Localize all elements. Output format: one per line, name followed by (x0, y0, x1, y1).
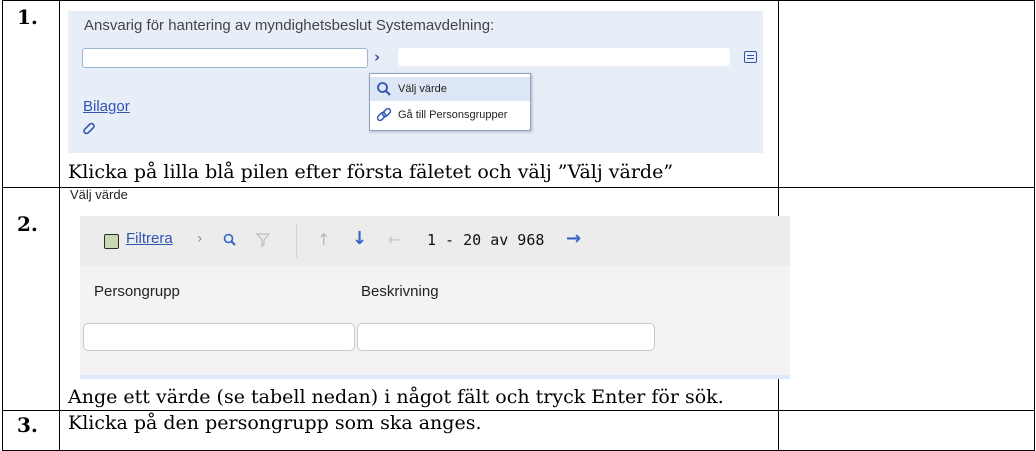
instruction-text: Klicka på den persongrupp som ska anges. (68, 412, 482, 434)
dialog-title: Välj värde (70, 187, 128, 202)
step-number-cell: 1. (2, 0, 60, 188)
step-number-cell: 3. (2, 410, 60, 451)
step-number: 2. (17, 212, 38, 236)
step-number: 1. (17, 5, 38, 29)
menu-item-valj-varde[interactable]: Välj värde (370, 77, 530, 101)
toolbar: Filtrera › ↑ ↓ ← 1 - 20 av 968 → (80, 216, 790, 266)
field-label: Ansvarig för hantering av myndighetsbesl… (84, 17, 495, 34)
step-content: Välj värde Filtrera › ↑ ↓ ← 1 - 20 av 96… (59, 187, 790, 411)
menu-item-label: Gå till Personsgrupper (398, 109, 508, 121)
menu-item-label: Välj värde (398, 83, 447, 95)
chevron-right-icon[interactable]: › (197, 231, 203, 247)
context-menu: Välj värde Gå till Personsgrupper (369, 73, 531, 131)
form-screenshot: Ansvarig för hantering av myndighetsbesl… (68, 11, 763, 153)
link-icon (376, 107, 392, 122)
lookup-dialog: Filtrera › ↑ ↓ ← 1 - 20 av 968 → Persong… (80, 216, 790, 379)
first-field[interactable] (82, 48, 368, 68)
second-field[interactable] (398, 48, 730, 66)
arrow-right-icon[interactable]: → (566, 228, 581, 249)
empty-cell (778, 187, 1035, 411)
clear-filter-icon[interactable] (256, 232, 270, 248)
step-number: 3. (17, 413, 38, 437)
arrow-left-icon[interactable]: ← (388, 230, 401, 249)
step-content: Klicka på den persongrupp som ska anges. (59, 410, 779, 451)
step-content: Ansvarig för hantering av myndighetsbesl… (59, 0, 779, 188)
attachments-link[interactable]: Bilagor (83, 98, 130, 115)
empty-cell (778, 410, 1035, 451)
menu-item-persongrupper[interactable]: Gå till Personsgrupper (370, 103, 530, 127)
steps-table: 1. Ansvarig för hantering av myndighetsb… (2, 0, 1035, 451)
search-icon[interactable] (222, 232, 238, 248)
step-number-cell: 2. (2, 187, 60, 411)
beskrivning-filter-input[interactable] (357, 323, 655, 351)
filter-link[interactable]: Filtrera (126, 230, 173, 247)
divider (296, 224, 297, 258)
empty-cell (778, 0, 1035, 188)
persongrupp-filter-input[interactable] (83, 323, 355, 351)
paging-text: 1 - 20 av 968 (427, 231, 545, 249)
column-header: Beskrivning (361, 283, 439, 300)
arrow-up-icon[interactable]: ↑ (317, 230, 330, 249)
paperclip-icon[interactable] (82, 121, 96, 135)
divider (80, 375, 790, 379)
filter-icon[interactable] (104, 234, 119, 249)
column-header: Persongrupp (94, 283, 180, 300)
chevron-right-icon[interactable]: › (374, 47, 392, 67)
instruction-text: Klicka på lilla blå pilen efter första f… (68, 161, 674, 183)
instruction-text: Ange ett värde (se tabell nedan) i något… (68, 386, 724, 408)
search-icon (377, 82, 391, 96)
arrow-down-icon[interactable]: ↓ (352, 228, 367, 249)
list-icon[interactable] (744, 51, 757, 63)
